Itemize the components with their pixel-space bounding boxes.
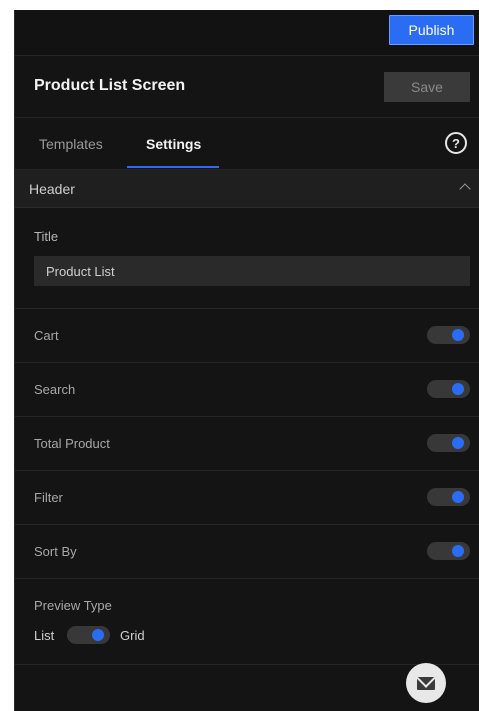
tab-bar: Templates Settings ? — [15, 118, 479, 170]
active-tab-indicator — [127, 166, 219, 168]
toggle-row-total-product: Total Product — [15, 417, 479, 471]
preview-option-grid[interactable]: Grid — [120, 628, 145, 643]
chevron-up-icon[interactable] — [459, 183, 471, 195]
screen-title: Product List Screen — [34, 77, 186, 94]
tab-templates[interactable]: Templates — [39, 136, 103, 152]
preview-type-group: Preview Type List Grid — [15, 579, 479, 665]
save-button[interactable]: Save — [384, 72, 470, 102]
toggle-knob — [452, 437, 464, 449]
title-input[interactable] — [34, 256, 470, 286]
toggle-knob — [452, 491, 464, 503]
publish-button[interactable]: Publish — [389, 15, 474, 45]
total-product-toggle[interactable] — [427, 434, 470, 452]
section-header-header[interactable]: Header — [15, 170, 479, 208]
toggle-row-cart: Cart — [15, 309, 479, 363]
toggle-knob — [452, 545, 464, 557]
toggle-knob — [452, 383, 464, 395]
help-circle-icon[interactable]: ? — [445, 132, 467, 154]
toggle-label-search: Search — [34, 382, 76, 397]
title-label: Title — [34, 229, 59, 244]
top-bar: Publish — [15, 10, 479, 56]
toggle-knob — [452, 329, 464, 341]
filter-toggle[interactable] — [427, 488, 470, 506]
sort-by-toggle[interactable] — [427, 542, 470, 560]
chat-button[interactable] — [406, 663, 446, 703]
toggle-row-search: Search — [15, 363, 479, 417]
screen-header: Product List Screen Save — [15, 56, 479, 118]
preview-type-toggle[interactable] — [67, 626, 110, 644]
toggle-knob — [92, 629, 104, 641]
settings-panel: Publish Product List Screen Save Templat… — [14, 10, 479, 711]
toggle-label-cart: Cart — [34, 328, 59, 343]
toggle-label-total-product: Total Product — [34, 436, 110, 451]
preview-type-label: Preview Type — [34, 598, 112, 613]
toggle-row-filter: Filter — [15, 471, 479, 525]
preview-option-list[interactable]: List — [34, 628, 54, 643]
tab-settings[interactable]: Settings — [146, 136, 201, 152]
search-toggle[interactable] — [427, 380, 470, 398]
section-title: Header — [29, 181, 75, 197]
toggle-row-sort-by: Sort By — [15, 525, 479, 579]
title-field-group: Title — [15, 208, 479, 309]
toggle-label-sort-by: Sort By — [34, 544, 77, 559]
toggle-label-filter: Filter — [34, 490, 63, 505]
mail-icon — [417, 676, 435, 690]
cart-toggle[interactable] — [427, 326, 470, 344]
